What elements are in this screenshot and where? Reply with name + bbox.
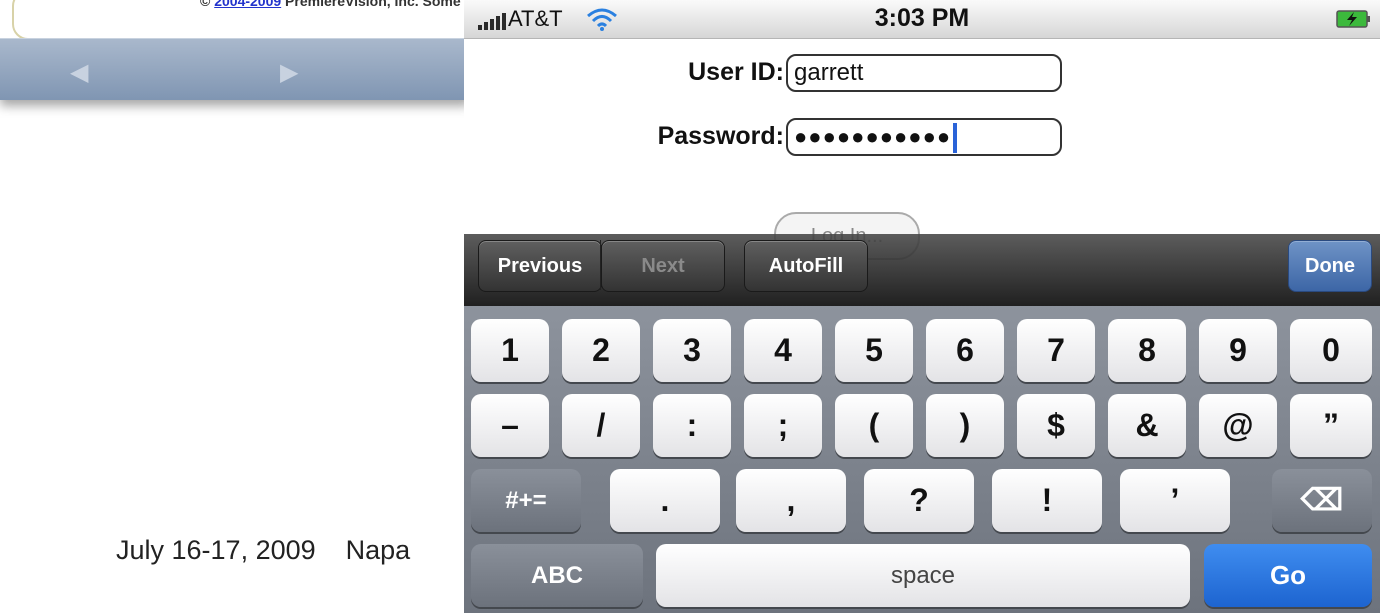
password-value: ●●●●●●●●●●● [794,124,952,149]
copyright-prefix: © [200,0,215,9]
key-dollar[interactable]: $ [1017,394,1095,457]
key-go[interactable]: Go [1204,544,1372,607]
status-time: 3:03 PM [874,4,970,32]
password-field[interactable]: ●●●●●●●●●●● [786,118,1062,156]
key-6[interactable]: 6 [926,319,1004,382]
key-colon[interactable]: : [653,394,731,457]
next-button[interactable]: Next [601,240,725,292]
key-apostrophe[interactable]: ’ [1120,469,1230,532]
iphone-screen: AT&T 3:03 PM User ID: garrett Password: … [464,0,1380,613]
done-button[interactable]: Done [1288,240,1372,292]
key-comma[interactable]: , [736,469,846,532]
key-exclamation[interactable]: ! [992,469,1102,532]
key-open-paren[interactable]: ( [835,394,913,457]
key-7[interactable]: 7 [1017,319,1095,382]
key-at[interactable]: @ [1199,394,1277,457]
key-space[interactable]: space [656,544,1190,607]
background-browser-window: © 2004-2009 PremiereVision, Inc. Some ri… [0,0,470,100]
numeric-keyboard: 1 2 3 4 5 6 7 8 9 0 – / : ; ( ) $ & @ ” … [464,306,1380,613]
key-2[interactable]: 2 [562,319,640,382]
key-abc[interactable]: ABC [471,544,643,607]
key-symbols[interactable]: #+= [471,469,581,532]
browser-nav-toolbar: ◀ ▶ [0,38,470,100]
password-label: Password: [657,122,784,150]
key-5[interactable]: 5 [835,319,913,382]
key-9[interactable]: 9 [1199,319,1277,382]
key-4[interactable]: 4 [744,319,822,382]
key-8[interactable]: 8 [1108,319,1186,382]
text-caret [953,122,958,153]
slide-footer-text: July 16-17, 2009 Napa [116,535,411,565]
back-arrow-icon[interactable]: ◀ [70,61,88,85]
key-3[interactable]: 3 [653,319,731,382]
forward-arrow-icon[interactable]: ▶ [280,61,298,85]
status-bar: AT&T 3:03 PM [464,0,1380,39]
key-dash[interactable]: – [471,394,549,457]
copyright-link[interactable]: 2004-2009 [214,0,281,9]
form-assistant-bar: Previous Next AutoFill Done [464,234,1380,306]
autofill-button[interactable]: AutoFill [744,240,868,292]
battery-charging-icon [1336,10,1370,28]
key-semicolon[interactable]: ; [744,394,822,457]
key-period[interactable]: . [610,469,720,532]
key-1[interactable]: 1 [471,319,549,382]
copyright-strip: © 2004-2009 PremiereVision, Inc. Some ri… [0,0,470,40]
delete-key-icon[interactable]: ⌫ [1272,469,1372,532]
key-0[interactable]: 0 [1290,319,1372,382]
key-quote[interactable]: ” [1290,394,1372,457]
key-ampersand[interactable]: & [1108,394,1186,457]
user-id-field[interactable]: garrett [786,54,1062,92]
key-question[interactable]: ? [864,469,974,532]
key-slash[interactable]: / [562,394,640,457]
copyright-suffix: PremiereVision, Inc. Some rights reserve… [285,0,470,9]
user-id-label: User ID: [688,58,784,86]
copyright-text: © 2004-2009 PremiereVision, Inc. Some ri… [200,0,470,9]
previous-button[interactable]: Previous [478,240,602,292]
key-close-paren[interactable]: ) [926,394,1004,457]
